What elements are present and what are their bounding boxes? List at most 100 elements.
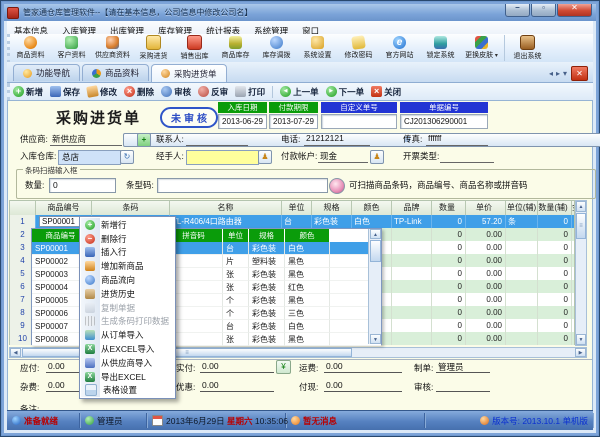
form-toolbar-button[interactable]: 关闭 (371, 86, 401, 98)
discount-value[interactable]: 0.00 (200, 380, 274, 392)
tab[interactable]: 功能导航 (13, 64, 80, 81)
price-cell[interactable]: 0.00 (466, 293, 506, 306)
context-menu-item[interactable]: 从订单导入 (81, 328, 174, 342)
unit2-cell[interactable] (506, 319, 538, 332)
unit2-cell[interactable] (506, 241, 538, 254)
grid-header-price[interactable]: 单价 (466, 201, 506, 215)
context-menu-item[interactable]: 删除行 (81, 232, 174, 246)
fax-input[interactable]: ffffff (426, 133, 488, 146)
qty2-cell[interactable]: 0 (538, 241, 572, 254)
form-toolbar-button[interactable]: 保存 (50, 86, 80, 98)
qty2-cell[interactable]: 0 (538, 319, 572, 332)
tab[interactable]: 商品资料 (82, 64, 149, 81)
context-menu-item[interactable]: 增加新商品 (81, 259, 174, 273)
grid-header-name[interactable]: 名称 (170, 201, 282, 215)
close-button[interactable] (557, 4, 592, 17)
phone-input[interactable]: 21212121 (304, 133, 370, 146)
context-menu-item[interactable]: 新增行 (81, 218, 174, 232)
amount-cell[interactable] (572, 228, 574, 241)
brand-cell[interactable] (392, 254, 432, 267)
brand-cell[interactable] (392, 306, 432, 319)
vertical-scroll-thumb[interactable]: ≡ (576, 213, 586, 239)
maker-value[interactable]: 管理员 (436, 361, 490, 373)
tab-scroll-right-icon[interactable]: ▸ (556, 69, 560, 78)
name-cell[interactable]: TL-R406/4口路由器 (170, 215, 282, 228)
tab-scroll-left-icon[interactable]: ◂ (549, 69, 553, 78)
unit2-cell[interactable] (506, 228, 538, 241)
paid-value[interactable]: 0.00 (200, 361, 274, 373)
doc-no-input[interactable]: CJ201306290001 (400, 114, 488, 129)
qty2-cell[interactable]: 0 (538, 332, 572, 345)
qty-cell[interactable]: 0 (432, 267, 466, 280)
due-date-input[interactable]: 2013-07-29 (269, 114, 318, 129)
pay-calc-button[interactable]: ¥ (276, 360, 291, 374)
price-cell[interactable]: 57.20 (466, 215, 506, 228)
popup-scrollbar[interactable]: ▲ ▼ (368, 229, 381, 344)
tab-close-button[interactable]: ✕ (571, 66, 588, 81)
qty-cell[interactable]: 0 (432, 241, 466, 254)
form-toolbar-button[interactable]: 修改 (87, 86, 117, 98)
warehouse-select[interactable]: 总店 (58, 150, 121, 165)
brand-cell[interactable] (392, 267, 432, 280)
toolbar-button[interactable]: 库存调拨 (256, 36, 297, 60)
form-toolbar-button[interactable]: 反审 (198, 86, 228, 98)
grid-header-color[interactable]: 颜色 (352, 201, 392, 215)
toolbar-button[interactable]: 锁定系统 (420, 36, 461, 60)
toolbar-button[interactable]: 修改密码 (338, 36, 379, 60)
toolbar-button[interactable]: 更换皮肤 (461, 36, 502, 60)
amount-cell[interactable] (572, 306, 574, 319)
amount-cell[interactable] (572, 241, 574, 254)
brand-cell[interactable] (392, 332, 432, 345)
price-cell[interactable]: 0.00 (466, 332, 506, 345)
qty-cell[interactable]: 0 (432, 215, 466, 228)
toolbar-button[interactable]: 商品资料 (10, 36, 51, 60)
auditor-value[interactable] (436, 380, 490, 392)
scroll-right-icon[interactable]: ▶ (575, 348, 586, 357)
grid-header-qty2[interactable]: 数量(辅) (538, 201, 572, 215)
form-toolbar-button[interactable]: 打印 (235, 86, 265, 98)
color-cell[interactable]: 白色 (352, 215, 392, 228)
qty-cell[interactable]: 0 (432, 280, 466, 293)
tab[interactable]: 采购进货单 (151, 64, 227, 82)
grid-header-unit[interactable]: 单位 (282, 201, 312, 215)
in-date-input[interactable]: 2013-06-29 (218, 114, 267, 129)
scroll-up-icon[interactable]: ▲ (576, 201, 586, 212)
unit2-cell[interactable] (506, 267, 538, 280)
qty-cell[interactable]: 0 (432, 319, 466, 332)
price-cell[interactable]: 0.00 (466, 280, 506, 293)
unit2-cell[interactable]: 条 (506, 215, 538, 228)
brand-cell[interactable] (392, 280, 432, 293)
amount-cell[interactable] (572, 319, 574, 332)
context-menu-item[interactable]: 插入行 (81, 246, 174, 260)
handler-pick-button[interactable] (258, 150, 272, 164)
form-toolbar-button[interactable]: 删除 (124, 86, 154, 98)
warehouse-browse-button[interactable] (120, 150, 134, 164)
form-toolbar-button[interactable]: 审核 (161, 86, 191, 98)
grid-header-barcode[interactable]: 条码 (92, 201, 170, 215)
tab-list-icon[interactable]: ▾ (563, 69, 567, 78)
qty-cell[interactable]: 0 (432, 332, 466, 345)
search-icon[interactable] (329, 178, 345, 194)
grid-header-brand[interactable]: 品牌 (392, 201, 432, 215)
unit2-cell[interactable] (506, 280, 538, 293)
grid-header-spec[interactable]: 规格 (312, 201, 352, 215)
unit2-cell[interactable] (506, 293, 538, 306)
context-menu-item[interactable]: 从EXCEL导入 (81, 342, 174, 356)
unit-cell[interactable]: 台 (282, 215, 312, 228)
qty-cell[interactable]: 0 (432, 293, 466, 306)
grid-header-code[interactable]: 商品编号 (36, 201, 92, 215)
toolbar-button[interactable]: 客户资料 (51, 36, 92, 60)
popup-scroll-thumb[interactable] (370, 240, 381, 262)
price-cell[interactable]: 0.00 (466, 241, 506, 254)
handler-input[interactable] (186, 150, 259, 165)
amount-cell[interactable] (572, 293, 574, 306)
form-toolbar-button[interactable]: 上一单 (272, 86, 319, 98)
context-menu-item[interactable]: 表格设置 (81, 384, 174, 398)
title-bar[interactable]: 管家通仓库管理软件--【请在基本信息，公司信息中修改公司名】 (4, 4, 596, 21)
amount-cell[interactable] (572, 254, 574, 267)
freight-value[interactable]: 0.00 (324, 361, 402, 373)
scroll-down-icon[interactable]: ▼ (576, 334, 586, 345)
qty2-cell[interactable]: 0 (538, 215, 572, 228)
context-menu-item[interactable]: 复制单据 (81, 301, 174, 315)
price-cell[interactable]: 0.00 (466, 306, 506, 319)
